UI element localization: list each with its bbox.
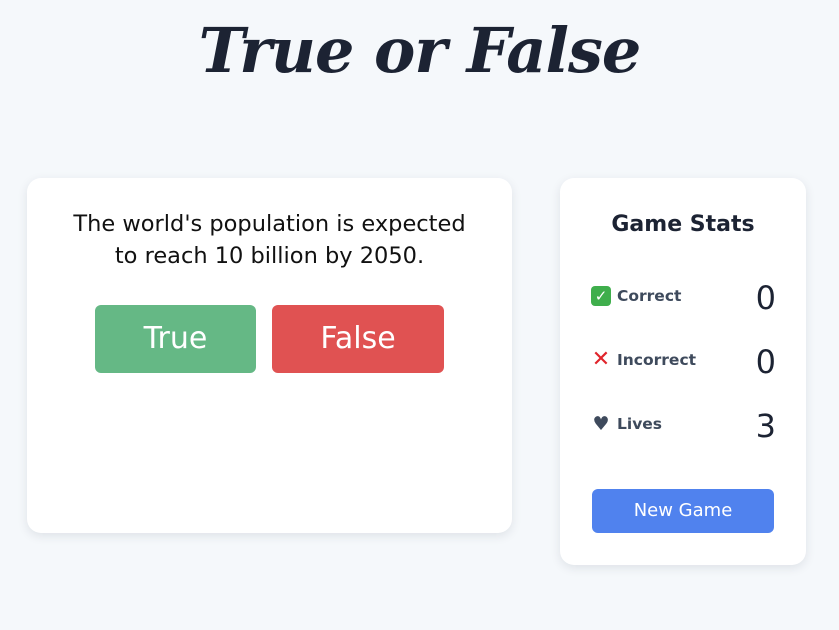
stat-row-incorrect: ✕ Incorrect 0 bbox=[591, 342, 776, 382]
question-line: to reach 10 billion by 2050. bbox=[114, 243, 425, 269]
check-mark-icon: ✓ bbox=[591, 286, 611, 306]
page-title: True or False bbox=[198, 14, 642, 87]
heart-icon: ♥ bbox=[592, 413, 610, 435]
new-game-button[interactable]: New Game bbox=[592, 489, 774, 533]
stat-value-correct: 0 bbox=[755, 279, 776, 317]
stats-title: Game Stats bbox=[611, 212, 755, 237]
stat-label-incorrect: Incorrect bbox=[617, 351, 697, 369]
stat-value-incorrect: 0 bbox=[755, 343, 776, 381]
question-line: The world's population is expected bbox=[73, 211, 466, 237]
question-text: The world's population is expected to re… bbox=[47, 208, 492, 272]
false-button[interactable]: False bbox=[272, 305, 444, 373]
stat-value-lives: 3 bbox=[755, 407, 776, 445]
stat-label-lives: Lives bbox=[617, 415, 663, 433]
stat-label-correct: Correct bbox=[617, 287, 682, 305]
stat-row-lives: ♥ Lives 3 bbox=[591, 406, 776, 446]
cross-mark-icon: ✕ bbox=[591, 347, 611, 372]
stat-row-correct: ✓ Correct 0 bbox=[591, 278, 776, 318]
true-button[interactable]: True bbox=[95, 305, 256, 373]
question-card: The world's population is expected to re… bbox=[27, 178, 512, 533]
game-stats-panel: Game Stats ✓ Correct 0 ✕ Incorrect 0 ♥ L… bbox=[560, 178, 806, 565]
